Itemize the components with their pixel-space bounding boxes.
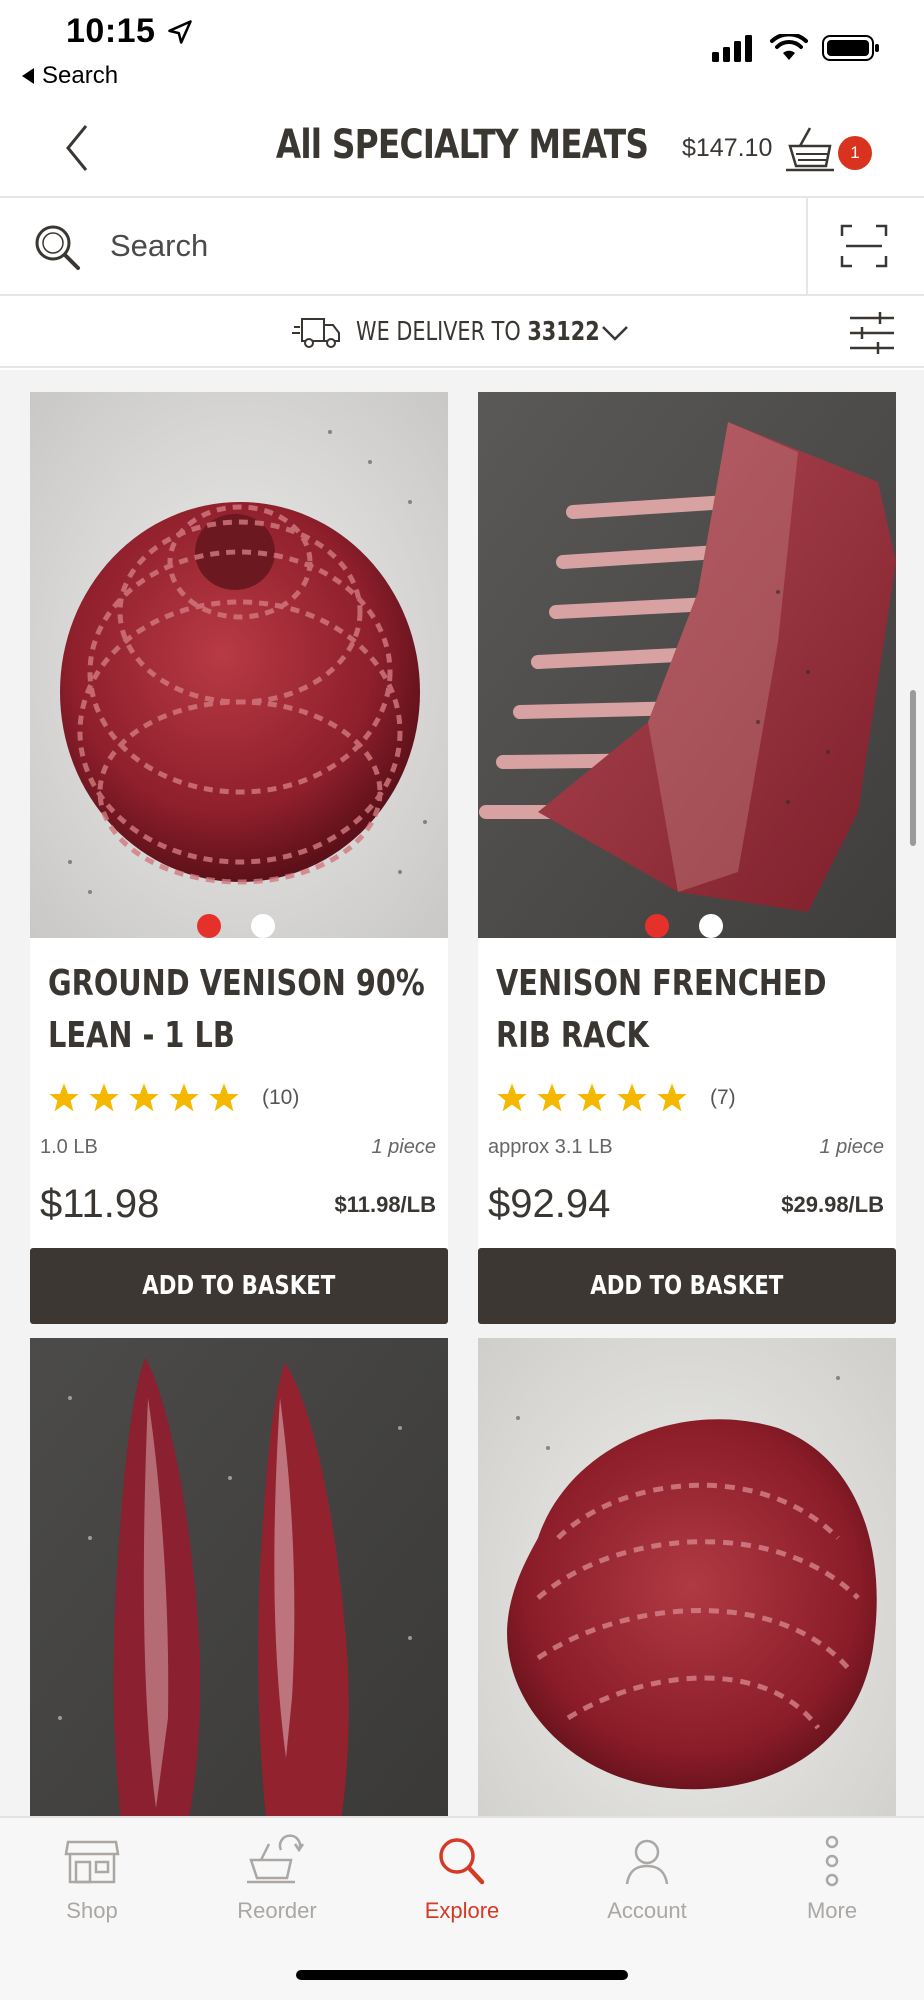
product-pieces: 1 piece <box>819 1136 885 1158</box>
scrollbar[interactable] <box>910 690 916 846</box>
product-card[interactable] <box>30 1338 448 1816</box>
clock-time: 10:15 <box>66 12 156 50</box>
barcode-scan-icon[interactable] <box>840 224 888 268</box>
add-to-basket-label: ADD TO BASKET <box>142 1271 336 1301</box>
tab-account[interactable]: Account <box>577 1834 717 1944</box>
star-icon <box>617 1083 647 1112</box>
search-icon <box>35 225 80 270</box>
search-input[interactable] <box>110 220 790 272</box>
tab-label: Account <box>607 1898 687 1923</box>
star-icon <box>537 1083 567 1112</box>
product-card[interactable]: GROUND VENISON 90% LEAN - 1 LB (10) 1.0 … <box>30 392 448 1324</box>
star-icon <box>657 1083 687 1112</box>
tab-reorder[interactable]: Reorder <box>207 1834 347 1944</box>
review-count[interactable]: (10) <box>262 1086 299 1110</box>
filter-sliders-icon[interactable] <box>848 310 896 356</box>
rating-stars: (10) <box>48 1082 299 1114</box>
star-icon <box>577 1083 607 1112</box>
system-indicators <box>712 34 880 62</box>
page-header: All SPECIALTY MEATS $147.10 1 <box>0 100 924 198</box>
location-arrow-icon <box>168 20 192 44</box>
carousel-dot-active[interactable] <box>197 914 221 938</box>
product-card[interactable] <box>478 1338 896 1816</box>
cart-total[interactable]: $147.10 <box>682 134 772 163</box>
star-icon <box>169 1083 199 1112</box>
home-indicator[interactable] <box>296 1970 628 1980</box>
search-divider <box>806 198 808 294</box>
cellular-signal-icon <box>712 35 752 62</box>
star-icon <box>49 1083 79 1112</box>
carousel-dot[interactable] <box>251 914 275 938</box>
product-card[interactable]: VENISON FRENCHED RIB RACK (7) approx 3.1… <box>478 392 896 1324</box>
tab-shop[interactable]: Shop <box>22 1834 162 1944</box>
delivery-prefix: WE DELIVER TO <box>356 317 521 347</box>
product-unit-price: $29.98/LB <box>781 1192 884 1217</box>
product-image-venison-tenderloin[interactable] <box>30 1338 448 1816</box>
store-icon <box>64 1840 120 1884</box>
rating-stars: (7) <box>496 1082 736 1114</box>
delivery-zip: 33122 <box>527 317 600 347</box>
product-image-ground-meat[interactable] <box>478 1338 896 1816</box>
add-to-basket-button[interactable]: ADD TO BASKET <box>478 1248 896 1324</box>
product-weight: 1.0 LB <box>40 1136 98 1158</box>
search-bar <box>0 198 924 296</box>
back-triangle-icon <box>22 68 34 84</box>
product-price: $92.94 <box>488 1182 611 1226</box>
back-to-app-link[interactable]: Search <box>22 62 118 90</box>
chevron-down-icon[interactable] <box>600 318 630 348</box>
carousel-dot-active[interactable] <box>645 914 669 938</box>
star-icon <box>209 1083 239 1112</box>
tab-label: Shop <box>66 1898 118 1923</box>
star-icon <box>129 1083 159 1112</box>
tab-label: More <box>806 1898 858 1923</box>
cart-count-badge: 1 <box>838 136 872 170</box>
more-vertical-icon <box>825 1835 839 1887</box>
product-price: $11.98 <box>40 1182 160 1226</box>
add-to-basket-label: ADD TO BASKET <box>590 1271 784 1301</box>
battery-icon <box>822 35 879 61</box>
product-name[interactable]: GROUND VENISON 90% LEAN - 1 LB <box>48 958 432 1062</box>
review-count[interactable]: (7) <box>710 1086 736 1110</box>
product-name[interactable]: VENISON FRENCHED RIB RACK <box>496 958 880 1062</box>
wifi-icon <box>770 34 808 60</box>
product-grid: GROUND VENISON 90% LEAN - 1 LB (10) 1.0 … <box>0 370 924 1816</box>
add-to-basket-button[interactable]: ADD TO BASKET <box>30 1248 448 1324</box>
tab-explore[interactable]: Explore <box>392 1834 532 1944</box>
back-app-label: Search <box>42 62 119 89</box>
delivery-truck-icon <box>292 318 340 348</box>
delivery-zip-selector[interactable]: WE DELIVER TO 33122 <box>0 296 924 368</box>
product-image-ground-venison[interactable] <box>30 392 448 938</box>
product-weight: approx 3.1 LB <box>488 1136 613 1158</box>
person-icon <box>625 1839 669 1885</box>
tab-label: Explore <box>424 1898 500 1923</box>
product-unit-price: $11.98/LB <box>334 1192 436 1217</box>
tab-more[interactable]: More <box>762 1834 902 1944</box>
product-pieces: 1 piece <box>371 1136 437 1158</box>
tab-label: Reorder <box>237 1898 317 1923</box>
reorder-basket-icon <box>247 1834 305 1884</box>
carousel-dot[interactable] <box>699 914 723 938</box>
status-bar: 10:15 Search <box>0 0 924 100</box>
search-icon <box>439 1838 485 1885</box>
product-image-venison-rib-rack[interactable] <box>478 392 896 938</box>
delivery-label: WE DELIVER TO 33122 <box>356 317 600 347</box>
star-icon <box>89 1083 119 1112</box>
star-icon <box>497 1083 527 1112</box>
